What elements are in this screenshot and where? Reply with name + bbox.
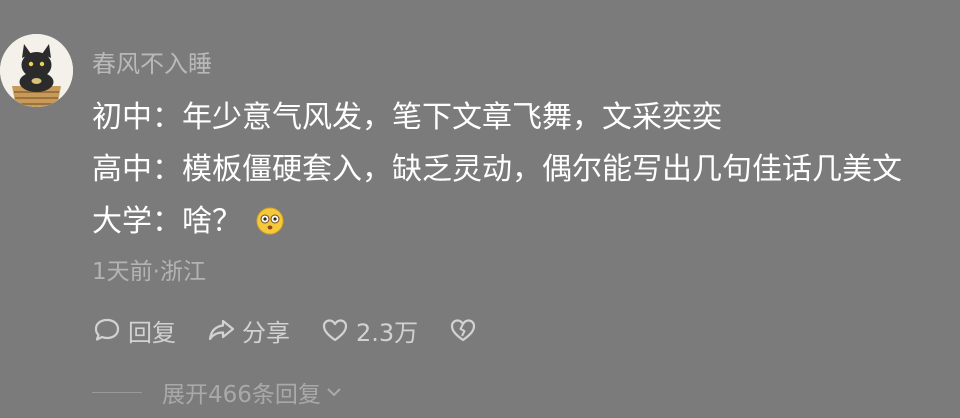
- like-count: 2.3万: [356, 318, 419, 347]
- reply-button[interactable]: 回复: [92, 313, 176, 348]
- share-button[interactable]: 分享: [206, 313, 290, 348]
- broken-heart-icon: [451, 319, 476, 342]
- comment-line-1: 初中：年少意气风发，笔下文章飞舞，文采奕奕: [92, 100, 722, 135]
- share-label: 分享: [242, 318, 290, 347]
- comment-line-2: 高中：模板僵硬套入，缺乏灵动，偶尔能写出几句佳话几美文: [92, 152, 902, 187]
- username[interactable]: 春风不入睡: [92, 44, 212, 79]
- chevron-down-icon: [327, 388, 341, 397]
- comment-meta: 1天前·浙江: [92, 259, 206, 285]
- comment-line-3-text: 大学：啥？: [92, 204, 242, 239]
- comment-line-3: 大学：啥？: [92, 202, 952, 254]
- share-arrow-icon: [208, 319, 235, 341]
- dislike-button[interactable]: [448, 315, 484, 345]
- like-button[interactable]: 2.3万: [320, 313, 418, 348]
- divider: [92, 391, 142, 393]
- avatar[interactable]: [0, 34, 73, 107]
- comment-actions: 回复 分享 2.3万: [92, 310, 514, 350]
- reply-bubble-icon: [94, 318, 120, 341]
- comment-content: 初中：年少意气风发，笔下文章飞舞，文采奕奕 高中：模板僵硬套入，缺乏灵动，偶尔能…: [92, 98, 952, 254]
- expand-replies-label: 展开466条回复: [162, 382, 321, 408]
- reply-label: 回复: [128, 318, 176, 347]
- flushed-face-icon: [256, 207, 284, 235]
- heart-icon: [322, 319, 348, 342]
- expand-replies-button[interactable]: 展开466条回复: [92, 374, 343, 410]
- cat-avatar-icon: [0, 34, 73, 107]
